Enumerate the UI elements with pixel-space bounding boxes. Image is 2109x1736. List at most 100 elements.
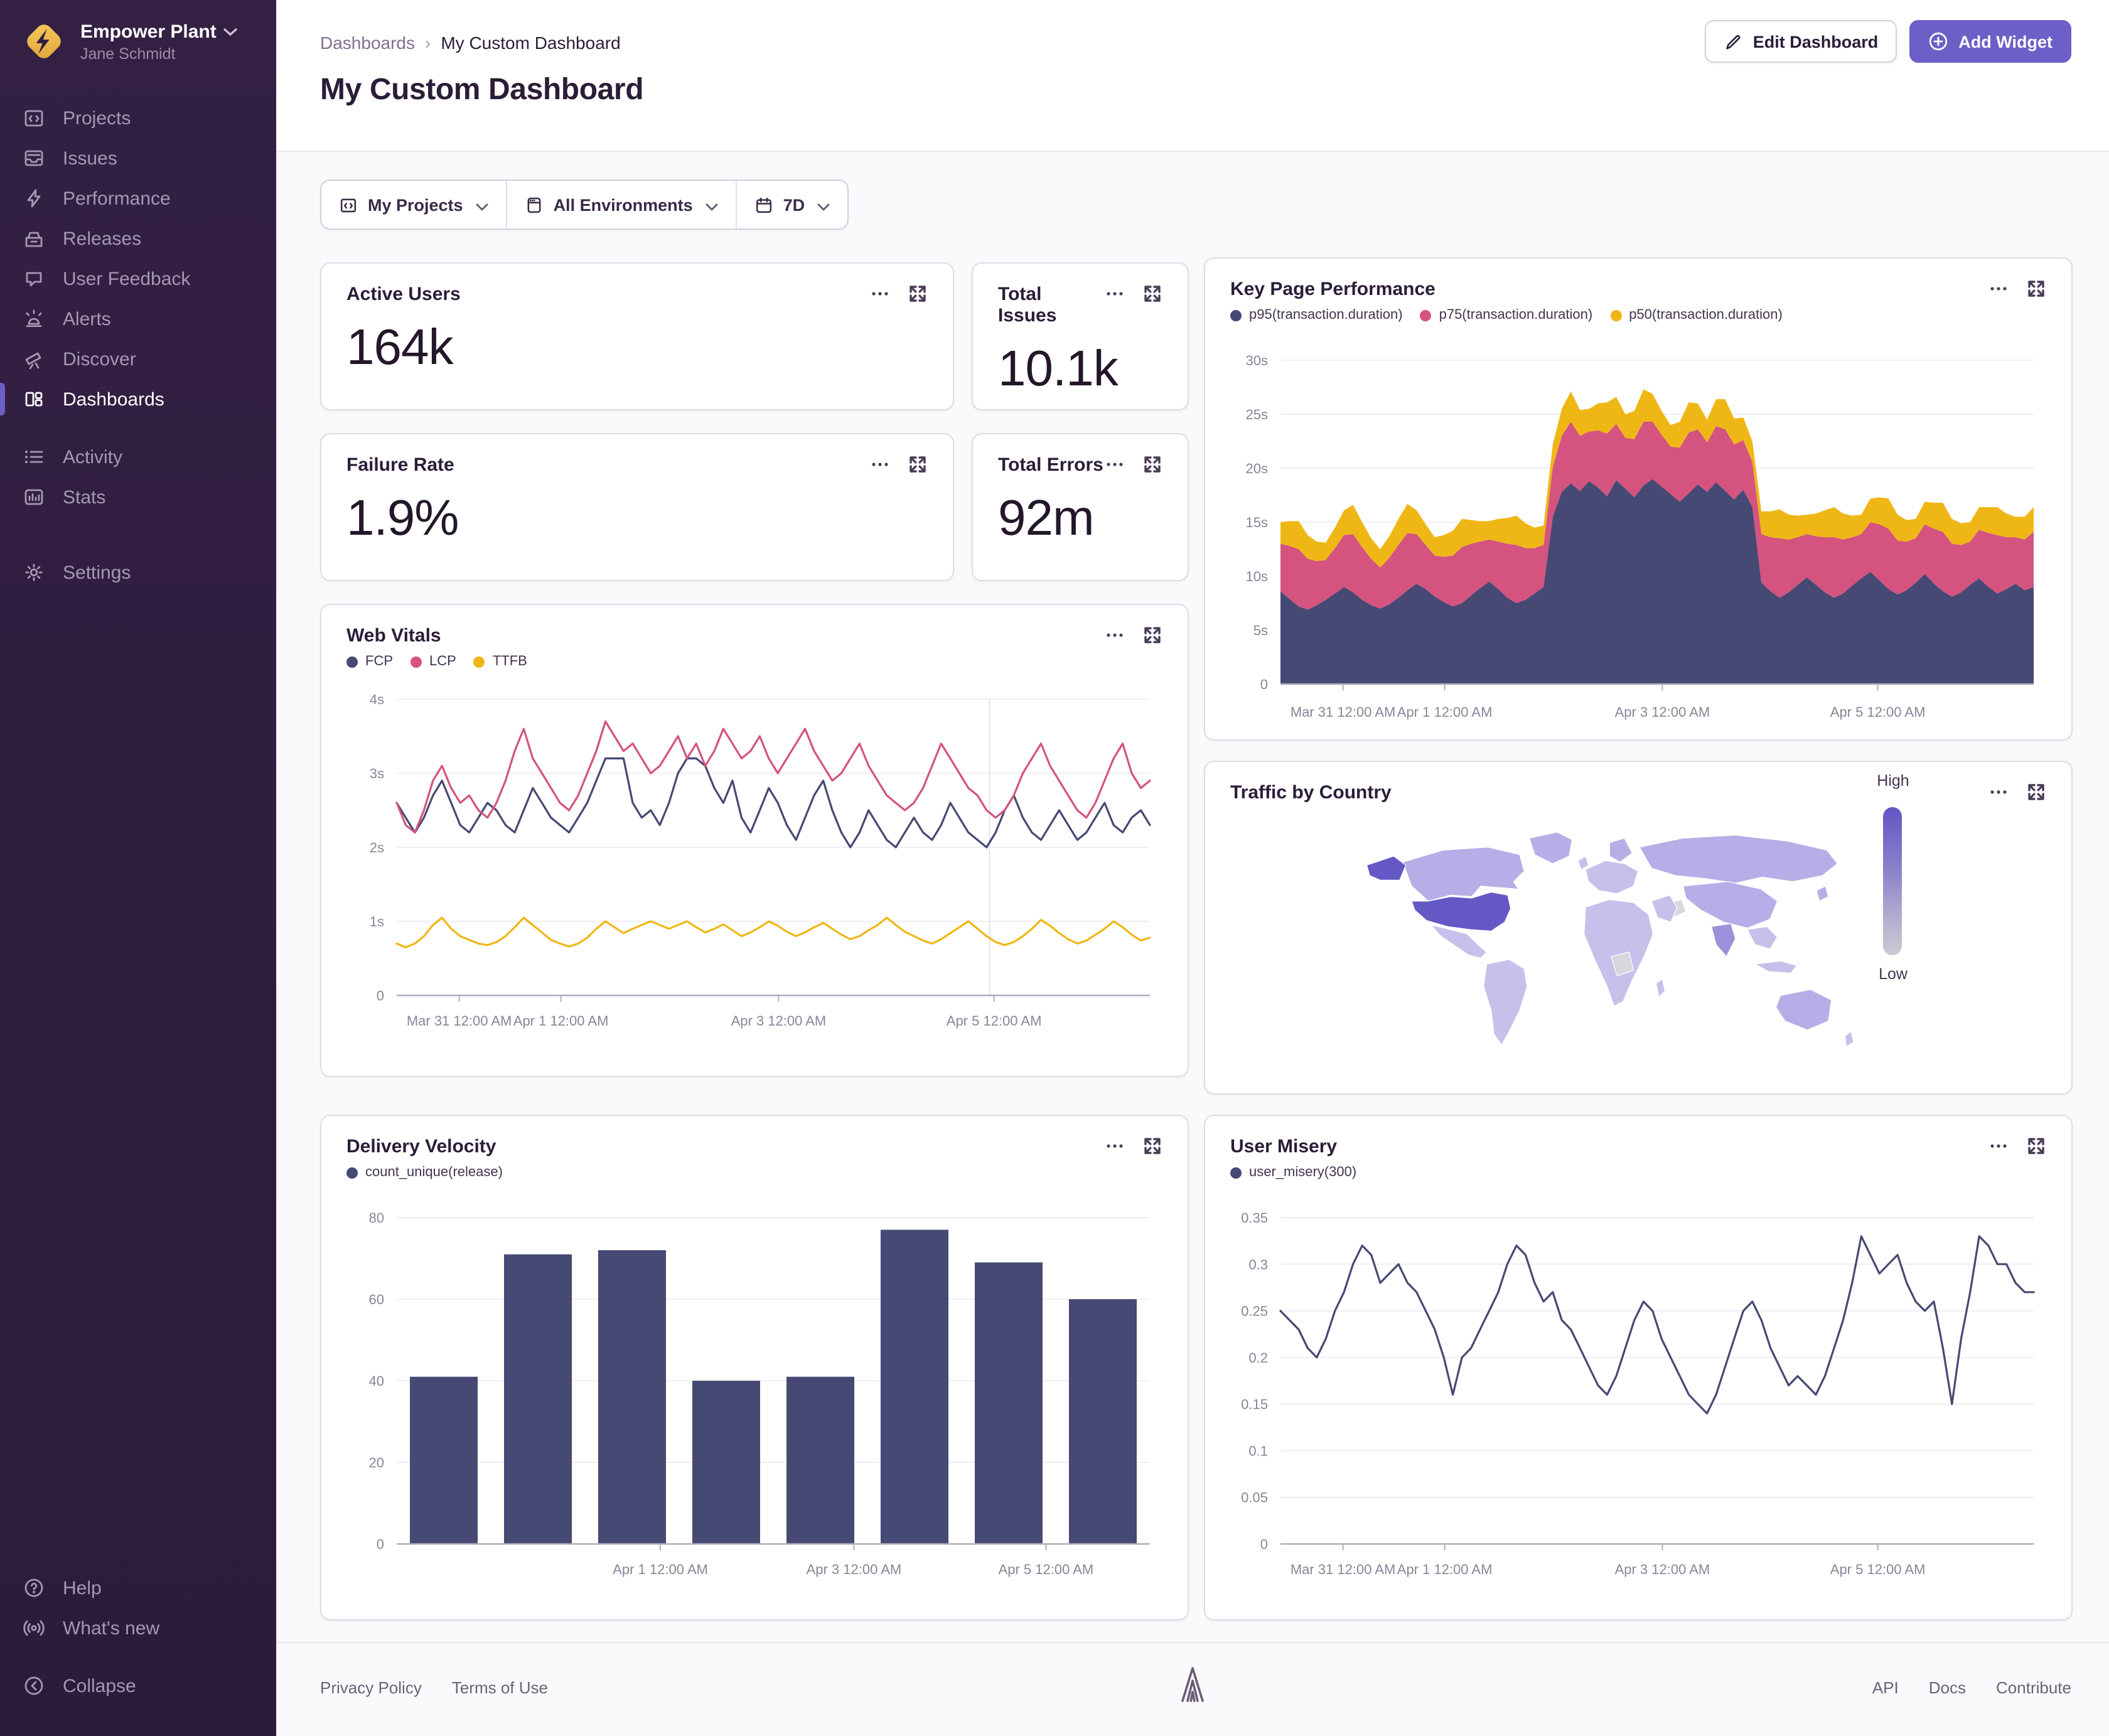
country-russia <box>1639 835 1838 884</box>
environment-filter[interactable]: All Environments <box>505 181 736 228</box>
widget-expand-icon[interactable] <box>1142 454 1162 474</box>
edit-dashboard-button[interactable]: Edit Dashboard <box>1705 20 1897 63</box>
legend-item[interactable]: TTFB <box>473 654 527 669</box>
sidebar-item-performance[interactable]: Performance <box>0 178 276 218</box>
footer-link-docs[interactable]: Docs <box>1929 1678 1966 1697</box>
widget-menu-icon[interactable] <box>870 284 890 304</box>
widget-expand-icon[interactable] <box>2026 782 2046 802</box>
page-header: Dashboards › My Custom Dashboard My Cust… <box>276 0 2109 152</box>
legend-dot <box>346 656 358 667</box>
legend-item[interactable]: p50(transaction.duration) <box>1610 308 1783 323</box>
footer-link-privacy[interactable]: Privacy Policy <box>320 1678 422 1697</box>
svg-text:10s: 10s <box>1246 569 1268 584</box>
legend-dot <box>1230 309 1242 321</box>
breadcrumb-dashboards[interactable]: Dashboards <box>320 33 415 53</box>
page-title: My Custom Dashboard <box>320 73 644 107</box>
project-filter[interactable]: My Projects <box>321 181 506 228</box>
date-range-filter[interactable]: 7D <box>735 181 848 228</box>
svg-text:20: 20 <box>369 1455 384 1471</box>
country-canada <box>1402 847 1525 902</box>
svg-text:Mar 31 12:00 AM: Mar 31 12:00 AM <box>407 1013 512 1029</box>
footer-link-terms[interactable]: Terms of Use <box>452 1678 548 1697</box>
chart-legend: FCP LCP TTFB <box>346 654 1162 669</box>
svg-text:5s: 5s <box>1253 623 1268 638</box>
sidebar-item-settings[interactable]: Settings <box>0 552 276 592</box>
activity-icon <box>23 446 45 468</box>
svg-text:0.15: 0.15 <box>1241 1396 1268 1412</box>
widget-menu-icon[interactable] <box>1105 625 1125 645</box>
world-map <box>1331 817 1870 1071</box>
collapse-icon <box>23 1674 45 1697</box>
legend-item[interactable]: FCP <box>346 654 393 669</box>
widget-total-issues: Total Issues 10.1k <box>972 262 1189 410</box>
svg-text:1s: 1s <box>370 914 384 930</box>
widget-expand-icon[interactable] <box>908 454 928 474</box>
sidebar-item-dashboards[interactable]: Dashboards <box>0 379 276 419</box>
widget-expand-icon[interactable] <box>2026 279 2046 299</box>
svg-text:Apr 3 12:00 AM: Apr 3 12:00 AM <box>1615 704 1710 720</box>
breadcrumb-current: My Custom Dashboard <box>441 33 621 53</box>
sidebar-item-stats[interactable]: Stats <box>0 477 276 517</box>
sentry-logo <box>1178 1666 1208 1710</box>
chart-legend: user_misery(300) <box>1230 1165 2046 1180</box>
chevron-down-icon <box>817 195 830 214</box>
widget-active-users: Active Users 164k <box>320 262 954 410</box>
legend-item[interactable]: p75(transaction.duration) <box>1420 308 1592 323</box>
widget-menu-icon[interactable] <box>1988 279 2009 299</box>
widget-title: Total Issues <box>998 284 1057 326</box>
app-root: Empower Plant Jane Schmidt Projects Issu… <box>0 0 2109 1736</box>
widget-expand-icon[interactable] <box>908 284 928 304</box>
add-widget-button[interactable]: Add Widget <box>1909 20 2071 63</box>
legend-item[interactable]: count_unique(release) <box>346 1165 503 1180</box>
org-name: Empower Plant <box>80 21 217 42</box>
sidebar-item-user-feedback[interactable]: User Feedback <box>0 259 276 299</box>
stat-value: 92m <box>998 491 1095 546</box>
widget-menu-icon[interactable] <box>1105 284 1125 304</box>
sidebar-item-whats-new[interactable]: What's new <box>0 1608 276 1648</box>
svg-text:0.1: 0.1 <box>1248 1443 1268 1459</box>
sidebar-collapse-button[interactable]: Collapse <box>0 1666 276 1706</box>
footer-link-api[interactable]: API <box>1872 1678 1899 1697</box>
edit-dashboard-label: Edit Dashboard <box>1752 32 1879 51</box>
svg-text:40: 40 <box>369 1373 384 1389</box>
widget-menu-icon[interactable] <box>1988 1136 2009 1156</box>
sidebar-item-alerts[interactable]: Alerts <box>0 299 276 339</box>
widget-title: Failure Rate <box>346 454 454 476</box>
sidebar-item-label: Discover <box>63 348 136 370</box>
legend-item[interactable]: p95(transaction.duration) <box>1230 308 1403 323</box>
svg-text:Apr 5 12:00 AM: Apr 5 12:00 AM <box>1830 704 1926 720</box>
map-legend-low: Low <box>1879 965 1908 983</box>
footer-link-contribute[interactable]: Contribute <box>1996 1678 2071 1697</box>
legend-item[interactable]: LCP <box>411 654 456 669</box>
user-misery-chart: 0 0.05 0.1 0.15 0.2 0.25 0.3 0.35 Mar 31 12:00 A… <box>1241 1210 2035 1577</box>
svg-text:0.3: 0.3 <box>1248 1256 1268 1272</box>
legend-item[interactable]: user_misery(300) <box>1230 1165 1356 1180</box>
legend-dot <box>1420 309 1432 321</box>
widget-title: Key Page Performance <box>1230 279 1436 300</box>
widget-menu-icon[interactable] <box>1105 1136 1125 1156</box>
sidebar-item-projects[interactable]: Projects <box>0 98 276 138</box>
widget-expand-icon[interactable] <box>1142 284 1162 304</box>
org-switcher[interactable]: Empower Plant Jane Schmidt <box>0 0 276 65</box>
svg-text:0.25: 0.25 <box>1241 1304 1268 1319</box>
svg-text:4s: 4s <box>370 692 384 707</box>
sidebar-item-label: Releases <box>63 228 142 249</box>
releases-icon <box>23 227 45 250</box>
widget-menu-icon[interactable] <box>1988 782 2009 802</box>
widget-expand-icon[interactable] <box>1142 1136 1162 1156</box>
sidebar-item-label: Performance <box>63 188 171 209</box>
sidebar-item-releases[interactable]: Releases <box>0 218 276 259</box>
svg-text:Apr 1 12:00 AM: Apr 1 12:00 AM <box>513 1013 609 1029</box>
sidebar-item-help[interactable]: Help <box>0 1568 276 1608</box>
sidebar-item-activity[interactable]: Activity <box>0 437 276 477</box>
widget-expand-icon[interactable] <box>2026 1136 2046 1156</box>
sidebar-item-discover[interactable]: Discover <box>0 339 276 379</box>
widget-menu-icon[interactable] <box>870 454 890 474</box>
date-range-label: 7D <box>783 195 805 214</box>
widget-expand-icon[interactable] <box>1142 625 1162 645</box>
widget-menu-icon[interactable] <box>1105 454 1125 474</box>
page-footer: Privacy Policy Terms of Use API Docs Con… <box>276 1642 2109 1736</box>
sidebar-item-issues[interactable]: Issues <box>0 138 276 178</box>
svg-text:0.2: 0.2 <box>1248 1350 1268 1366</box>
country-china <box>1682 881 1778 929</box>
